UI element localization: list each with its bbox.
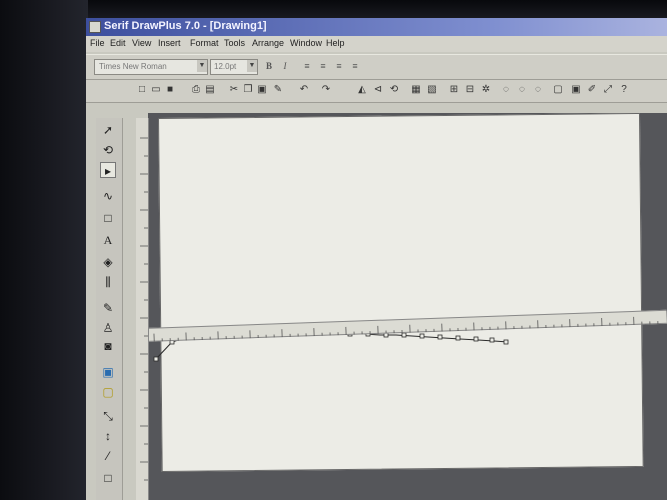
node-tool-icon[interactable]: ▸ <box>100 162 116 178</box>
align-left-icon[interactable]: ≡ <box>300 59 314 73</box>
pen-options-icon[interactable]: ✐ <box>586 84 598 96</box>
shape-tool-icon[interactable]: □ <box>100 210 116 226</box>
align-right-icon[interactable]: ≡ <box>332 59 346 73</box>
group-icon[interactable]: ⊞ <box>448 84 460 96</box>
menu-arrange[interactable]: Arrange <box>252 38 284 48</box>
align-center-icon[interactable]: ≡ <box>316 59 330 73</box>
text-toolbar: Times New Roman ▼ 12.0pt ▼ B I ≡ ≡ ≡ ≡ <box>86 54 667 80</box>
menu-insert[interactable]: Insert <box>158 38 181 48</box>
title-bar[interactable]: Serif DrawPlus 7.0 - [Drawing1] <box>86 18 667 36</box>
font-size-value: 12.0pt <box>214 62 237 71</box>
stamp-tool-icon[interactable]: ♙ <box>100 320 116 336</box>
monitor-bezel-left <box>0 0 88 500</box>
rotate-icon[interactable]: ⟲ <box>388 84 400 96</box>
new-icon[interactable]: □ <box>136 84 148 96</box>
rectangle-tool-icon[interactable]: □ <box>100 470 116 486</box>
vertical-ruler[interactable] <box>136 118 149 500</box>
tools-toolbar: ➚ ⟲ ▸ ∿ □ A ◈ ⫼ ✎ ♙ ◙ ▣ ▢ ⤡ ↕ ⁄ □ <box>96 118 123 500</box>
combine-icon[interactable]: ✲ <box>480 84 492 96</box>
ungroup-icon[interactable]: ⊟ <box>464 84 476 96</box>
page-setup-icon[interactable]: ◌ <box>532 84 544 96</box>
app-icon[interactable] <box>89 21 101 33</box>
cut-icon[interactable]: ✂ <box>228 84 240 96</box>
menu-format[interactable]: Format <box>190 38 219 48</box>
zoom-out-icon[interactable]: ◌ <box>516 84 528 96</box>
font-name-value: Times New Roman <box>99 62 167 71</box>
copy-icon[interactable]: ❐ <box>242 84 254 96</box>
send-to-back-icon[interactable]: ▧ <box>426 84 438 96</box>
color-fill-icon[interactable]: ◙ <box>100 338 116 354</box>
fill-tool-icon[interactable]: ◈ <box>100 254 116 270</box>
menu-bar: File Edit View Insert Format Tools Arran… <box>86 36 667 52</box>
vertical-ruler-ticks <box>140 137 148 481</box>
paste-icon[interactable]: ▣ <box>256 84 268 96</box>
undo-icon[interactable]: ↶ <box>298 84 310 96</box>
picture-tool-icon[interactable]: ▣ <box>100 364 116 380</box>
context-help-icon[interactable]: ? <box>618 84 630 96</box>
italic-icon[interactable]: I <box>278 59 292 73</box>
font-name-combo[interactable]: Times New Roman ▼ <box>94 59 208 75</box>
format-painter-icon[interactable]: ✎ <box>272 84 284 96</box>
chevron-down-icon[interactable]: ▼ <box>197 60 207 72</box>
chevron-down-icon[interactable]: ▼ <box>247 60 257 72</box>
flip-vertical-icon[interactable]: ⊲ <box>372 84 384 96</box>
text-tool-icon[interactable]: A <box>100 232 116 248</box>
frame-tool-icon[interactable]: ▢ <box>100 384 116 400</box>
rotate-tool-icon[interactable]: ⟲ <box>100 142 116 158</box>
font-size-combo[interactable]: 12.0pt ▼ <box>210 59 258 75</box>
justify-icon[interactable]: ≡ <box>348 59 362 73</box>
flip-horizontal-icon[interactable]: ◭ <box>356 84 368 96</box>
save-icon[interactable]: ■ <box>164 84 176 96</box>
menu-view[interactable]: View <box>132 38 151 48</box>
menu-help[interactable]: Help <box>326 38 345 48</box>
pencil-tool-icon[interactable]: ⁄ <box>100 448 116 464</box>
curve-tool-icon[interactable]: ∿ <box>100 188 116 204</box>
transform-icon[interactable]: ▣ <box>570 84 582 96</box>
print-icon[interactable]: ⎙ <box>190 84 202 96</box>
menu-window[interactable]: Window <box>290 38 322 48</box>
menu-edit[interactable]: Edit <box>110 38 126 48</box>
menu-file[interactable]: File <box>90 38 105 48</box>
pen-tool-icon[interactable]: ✎ <box>100 300 116 316</box>
transparency-tool-icon[interactable]: ⫼ <box>100 274 116 290</box>
zoom-icon[interactable]: ◌ <box>500 84 512 96</box>
bold-icon[interactable]: B <box>262 59 276 73</box>
dimension-tool-icon[interactable]: ↕ <box>100 428 116 444</box>
help-icon[interactable]: ▢ <box>552 84 564 96</box>
open-icon[interactable]: ▭ <box>150 84 162 96</box>
redo-icon[interactable]: ↷ <box>320 84 332 96</box>
drawplus-window: Serif DrawPlus 7.0 - [Drawing1] File Edi… <box>86 18 667 500</box>
menu-tools[interactable]: Tools <box>224 38 245 48</box>
standard-toolbar: □ ▭ ■ ⎙ ▤ ✂ ❐ ▣ ✎ ↶ ↷ ◭ ⊲ ⟲ ▦ ▧ ⊞ ⊟ ✲ ◌ … <box>86 80 667 103</box>
print-preview-icon[interactable]: ▤ <box>204 84 216 96</box>
monitor-bezel-top <box>0 0 667 20</box>
zoom-tool-icon[interactable]: ⤢ <box>602 84 614 96</box>
pointer-tool-icon[interactable]: ➚ <box>100 122 116 138</box>
curve-overlay <box>153 329 509 362</box>
bring-to-front-icon[interactable]: ▦ <box>410 84 422 96</box>
connector-tool-icon[interactable]: ⤡ <box>100 408 116 424</box>
window-title: Serif DrawPlus 7.0 - [Drawing1] <box>104 20 267 32</box>
